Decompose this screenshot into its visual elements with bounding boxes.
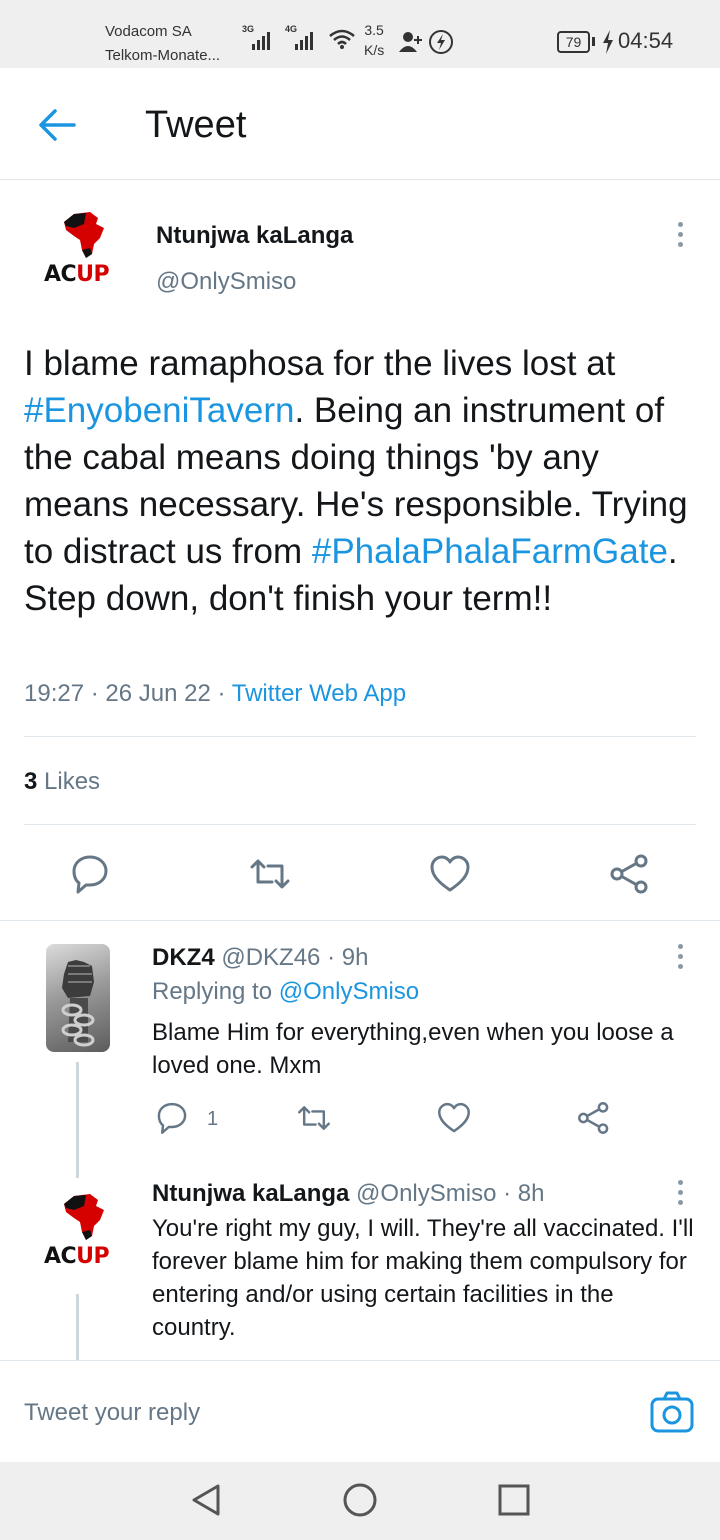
retweet-icon[interactable] xyxy=(248,852,292,896)
reply-header: DKZ4 @DKZ46 · 9h xyxy=(152,944,369,971)
nav-recents-icon[interactable] xyxy=(494,1480,534,1520)
author-avatar[interactable]: ACUP xyxy=(42,210,122,290)
reply-avatar-ntunjwa[interactable]: ACUP xyxy=(42,1192,122,1272)
network-speed: 3.5 K/s xyxy=(364,22,385,58)
reply-age: 9h xyxy=(341,944,369,971)
africa-map-icon xyxy=(64,1194,104,1240)
tweet-text: I blame ramaphosa for the lives lost at … xyxy=(24,344,688,618)
author-name[interactable]: Ntunjwa kaLanga xyxy=(156,222,353,250)
nav-back-icon[interactable] xyxy=(186,1480,226,1520)
raised-fist-icon xyxy=(61,960,95,1047)
reply-author-name[interactable]: DKZ4 xyxy=(152,944,215,971)
avatar-acup-label: ACUP xyxy=(44,1244,110,1269)
carrier-info: Vodacom SA Telkom-Monate... xyxy=(105,20,220,68)
reply-text: Blame Him for everything,even when you l… xyxy=(152,1019,674,1079)
carrier-1: Vodacom SA xyxy=(105,23,192,40)
hashtag-link[interactable]: #EnyobeniTavern xyxy=(24,391,294,430)
more-vertical-icon[interactable] xyxy=(675,1180,685,1210)
heart-icon[interactable] xyxy=(436,1100,472,1136)
tweet-date: 26 Jun 22 xyxy=(105,680,211,707)
battery-tip xyxy=(592,37,595,46)
avatar-acup-label: ACUP xyxy=(44,262,110,287)
reply-avatar-dkz4[interactable] xyxy=(46,944,110,1052)
reply-author-name[interactable]: Ntunjwa kaLanga xyxy=(152,1180,349,1207)
thread-line xyxy=(76,1062,79,1178)
hashtag-link[interactable]: #PhalaPhalaFarmGate xyxy=(312,532,668,571)
reply-compose-bar[interactable]: Tweet your reply xyxy=(0,1360,720,1462)
camera-icon[interactable] xyxy=(650,1391,694,1433)
wifi-icon xyxy=(329,29,355,49)
battery-saver-icon xyxy=(429,30,453,54)
tweet-source-link[interactable]: Twitter Web App xyxy=(232,680,406,707)
reply-text: You're right my guy, I will. They're all… xyxy=(152,1215,694,1341)
author-handle[interactable]: @OnlySmiso xyxy=(156,268,296,296)
more-vertical-icon[interactable] xyxy=(675,222,685,252)
divider xyxy=(0,920,720,921)
heart-icon[interactable] xyxy=(428,852,472,896)
clock: 04:54 xyxy=(618,28,674,53)
speech-bubble-icon[interactable] xyxy=(68,852,112,896)
likes-count[interactable]: 3 Likes xyxy=(24,768,100,796)
status-bar: Vodacom SA Telkom-Monate... 3G 4G 3.5 K/… xyxy=(0,0,720,68)
user-add-icon xyxy=(399,32,422,52)
divider xyxy=(24,736,696,737)
divider xyxy=(24,824,696,825)
retweet-icon[interactable] xyxy=(296,1100,332,1136)
share-icon[interactable] xyxy=(608,852,652,896)
arrow-left-icon[interactable] xyxy=(38,108,76,142)
reply-author-handle[interactable]: @OnlySmiso xyxy=(356,1180,496,1207)
replying-to: Replying to @OnlySmiso xyxy=(152,978,420,1005)
page-title: Tweet xyxy=(145,104,247,146)
system-nav-bar xyxy=(0,1462,720,1540)
tweet-time: 19:27 xyxy=(24,680,85,707)
reply-author-handle[interactable]: @DKZ46 xyxy=(221,944,320,971)
reply-input[interactable]: Tweet your reply xyxy=(24,1399,200,1427)
more-vertical-icon[interactable] xyxy=(675,944,685,974)
tweet-meta: 19:27 · 26 Jun 22 · Twitter Web App xyxy=(24,680,407,707)
nav-home-icon[interactable] xyxy=(340,1480,380,1520)
charging-icon xyxy=(603,30,613,54)
replying-to-link[interactable]: @OnlySmiso xyxy=(279,978,419,1005)
reply-header: Ntunjwa kaLanga @OnlySmiso · 8h xyxy=(152,1180,545,1207)
share-icon[interactable] xyxy=(576,1100,612,1136)
header: Tweet xyxy=(0,68,720,180)
africa-map-icon xyxy=(64,212,104,258)
reply-count: 1 xyxy=(207,1108,219,1130)
thread-line xyxy=(76,1294,79,1360)
reply-age: 8h xyxy=(517,1180,545,1207)
battery-indicator: 79 xyxy=(557,31,590,53)
carrier-2: Telkom-Monate... xyxy=(105,47,221,64)
speech-bubble-icon[interactable] xyxy=(154,1100,190,1136)
